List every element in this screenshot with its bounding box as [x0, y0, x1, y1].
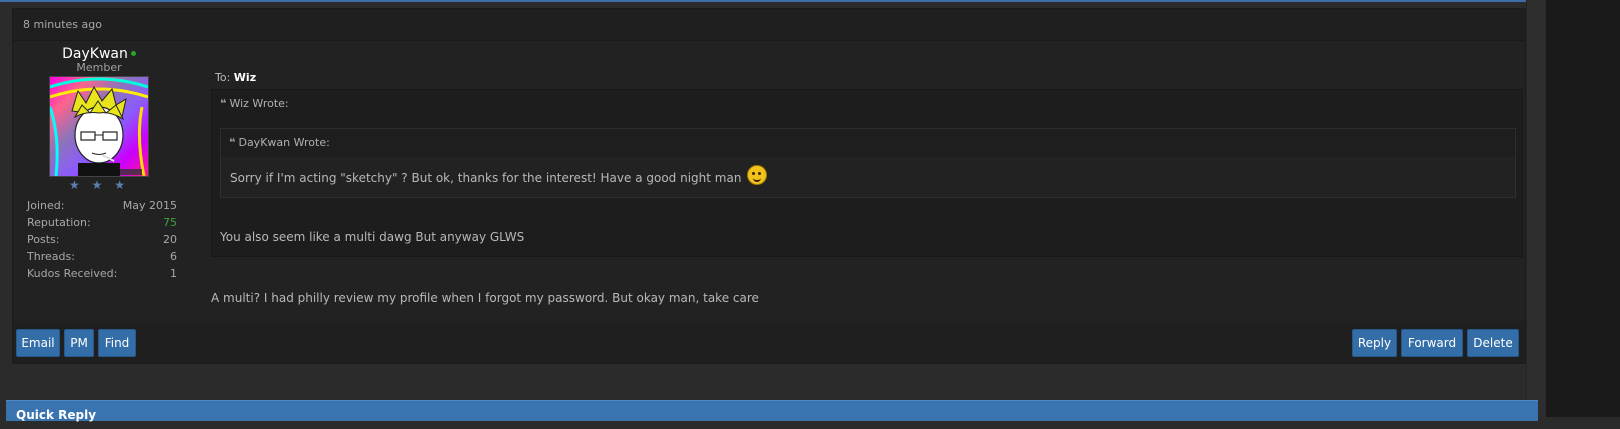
quote-body-outer: You also seem like a multi dawg But anyw…: [220, 230, 525, 244]
quick-reply-header[interactable]: Quick Reply: [6, 400, 1538, 422]
stat-posts: Posts: 20: [27, 231, 177, 248]
stat-reputation: Reputation: 75: [27, 214, 177, 231]
quote-block-outer: ❝ Wiz Wrote: ❝ DayKwan Wrote: Sorry if I'm…: [211, 89, 1523, 257]
author-avatar[interactable]: [49, 76, 149, 177]
recipient-name[interactable]: Wiz: [234, 71, 256, 84]
post-body: A multi? I had philly review my profile …: [211, 291, 759, 305]
stat-label: Posts:: [27, 233, 60, 246]
author-username[interactable]: DayKwan: [62, 46, 128, 62]
forward-button[interactable]: Forward: [1401, 329, 1463, 357]
author-column: DayKwan Member ★ ★ ★ Joined: May 2015 Re…: [13, 43, 185, 282]
stat-label: Kudos Received:: [27, 267, 118, 280]
scrollbar-gutter: [1526, 0, 1547, 417]
to-label: To:: [215, 71, 231, 84]
stat-label: Threads:: [27, 250, 75, 263]
reply-button[interactable]: Reply: [1352, 329, 1397, 357]
username-row: DayKwan: [13, 43, 185, 62]
post-timestamp: 8 minutes ago: [13, 9, 1525, 41]
stat-threads: Threads: 6: [27, 248, 177, 265]
quote-header-outer: ❝ Wiz Wrote:: [212, 90, 1522, 118]
delete-button[interactable]: Delete: [1467, 329, 1519, 357]
stat-value[interactable]: 6: [170, 248, 177, 265]
quote-header-inner: ❝ DayKwan Wrote:: [221, 129, 1515, 157]
stat-value: 1: [170, 267, 177, 280]
stat-label: Joined:: [27, 199, 65, 212]
post-content: To: Wiz ❝ Wiz Wrote: ❝ DayKwan Wrote: Sorr…: [199, 43, 1523, 305]
devil-smile-emoji-icon: [747, 165, 768, 185]
recipient-line: To: Wiz: [199, 71, 1523, 87]
online-status-icon: [130, 51, 136, 56]
stat-value: May 2015: [122, 199, 177, 212]
top-accent-strip: [0, 0, 1526, 2]
quote-body-inner: Sorry if I'm acting "sketchy" ? But ok, …: [230, 171, 742, 185]
stat-kudos: Kudos Received: 1: [27, 265, 177, 282]
stat-label: Reputation:: [27, 216, 91, 229]
quote-author-outer: Wiz Wrote:: [229, 97, 289, 110]
post-footer: Email PM Find Reply Forward Delete: [13, 321, 1525, 363]
post-container: 8 minutes ago DayKwan Member ★ ★ ★ Joine…: [12, 8, 1526, 364]
author-user-title: Member: [76, 61, 122, 74]
pm-button[interactable]: PM: [64, 329, 94, 357]
stat-joined: Joined: May 2015: [27, 197, 177, 214]
author-stats: Joined: May 2015 Reputation: 75 Posts: 2…: [13, 197, 177, 282]
find-button[interactable]: Find: [98, 329, 136, 357]
quote-icon: ❝: [229, 136, 236, 149]
rank-stars-icon: ★ ★ ★: [69, 178, 129, 192]
quote-block-inner: ❝ DayKwan Wrote: Sorry if I'm acting "ske…: [220, 128, 1516, 198]
quote-text-inner: Sorry if I'm acting "sketchy" ? But ok, …: [221, 165, 1515, 185]
right-edge-area: [1546, 0, 1620, 417]
stat-value[interactable]: 20: [163, 231, 177, 248]
email-button[interactable]: Email: [16, 329, 60, 357]
stat-value[interactable]: 75: [163, 214, 177, 231]
quote-icon: ❝: [220, 97, 227, 110]
quote-author-inner: DayKwan Wrote:: [238, 136, 330, 149]
